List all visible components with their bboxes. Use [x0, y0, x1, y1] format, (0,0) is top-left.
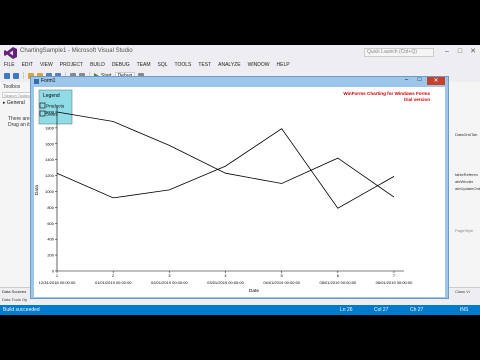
title-bar: ChartingSample1 - Microsoft Visual Studi…	[0, 45, 480, 61]
class-view-tab[interactable]: Class Vi	[455, 289, 470, 294]
form1-window[interactable]: Form1 – □ ✕ WinForms Charting for Window…	[30, 76, 449, 299]
x-tick-label: 1	[56, 273, 59, 278]
x-tick-label: 3	[168, 273, 171, 278]
quick-launch-input[interactable]: Quick Launch (Ctrl+Q)	[364, 48, 434, 57]
chart-area: WinForms Charting for Windows Forms tria…	[34, 87, 445, 297]
status-text: Build succeeded	[3, 307, 40, 313]
menu-window[interactable]: WINDOW	[248, 61, 270, 70]
letterbox-top	[0, 0, 480, 45]
y-tick-label: 600	[47, 221, 54, 226]
status-bar: Build succeeded Ln 26 Col 27 Ch 27 INS	[0, 305, 480, 315]
toolbox-panel: Toolbox Search Toolbox ▸ General There a…	[0, 82, 34, 304]
toolbox-group-general[interactable]: ▸ General	[0, 98, 33, 108]
x-date-label: 03/01/2019 00:00:00	[207, 280, 244, 285]
menu-project[interactable]: PROJECT	[60, 61, 83, 70]
visual-studio-logo-icon	[4, 47, 17, 59]
y-axis-title: Data	[34, 185, 40, 195]
menu-test[interactable]: TEST	[198, 61, 211, 70]
watermark-line-1: WinForms Charting for Windows Forms	[343, 91, 430, 96]
menu-build[interactable]: BUILD	[90, 61, 105, 70]
letterbox-bottom	[0, 315, 480, 360]
right-panel-item[interactable]: tableReferen	[455, 172, 478, 177]
maximize-window-button[interactable]: □	[456, 47, 464, 57]
window-title: ChartingSample1 - Microsoft Visual Studi…	[20, 48, 133, 54]
y-tick-label: 1200	[45, 173, 55, 178]
toolbox-group-label: General	[6, 100, 25, 106]
right-panel-item[interactable]: DataGridTab	[455, 132, 477, 137]
x-axis-title: Date	[249, 288, 259, 294]
data-tools-operations-tab[interactable]: Data Tools Op	[2, 297, 27, 302]
y-tick-label: 400	[47, 237, 54, 242]
x-date-label: 04/01/2019 00:00:00	[263, 280, 300, 285]
status-insert-mode: INS	[460, 307, 469, 313]
y-tick-label: 2000	[45, 110, 55, 115]
watermark-line-2: trial version	[404, 97, 430, 102]
menu-team[interactable]: TEAM	[137, 61, 151, 70]
right-panel-item[interactable]: ateWinder	[455, 179, 473, 184]
x-date-label: 12/31/2018 00:00:00	[39, 280, 76, 285]
toolbox-note-line: Drag an it	[8, 122, 30, 128]
x-tick-label: 7	[393, 273, 396, 278]
y-tick-label: 1000	[45, 189, 55, 194]
close-icon[interactable]: ✕	[427, 77, 445, 85]
toolbox-title: Toolbox	[3, 84, 21, 90]
minimize-icon[interactable]: –	[401, 77, 412, 85]
status-column: Col 27	[374, 307, 389, 313]
menu-help[interactable]: HELP	[277, 61, 290, 70]
window-controls: – □ ✕	[443, 47, 477, 57]
toolbox-empty-note: There are Drag an it	[0, 108, 33, 128]
x-tick-label: 5	[281, 273, 284, 278]
status-line: Ln 26	[340, 307, 353, 313]
menu-edit[interactable]: EDIT	[22, 61, 33, 70]
x-tick-label: 2	[112, 273, 115, 278]
form-icon	[34, 79, 39, 84]
form-title: Form1	[41, 78, 56, 84]
y-tick-label: 1600	[45, 141, 55, 146]
y-tick-label: 800	[47, 205, 54, 210]
visual-studio-window: ChartingSample1 - Microsoft Visual Studi…	[0, 45, 480, 315]
status-char: Ch 27	[410, 307, 424, 313]
toolbar-separator	[23, 72, 24, 79]
menu-analyze[interactable]: ANALYZE	[218, 61, 240, 70]
x-date-label: 05/01/2019 00:00:00	[319, 280, 356, 285]
close-window-button[interactable]: ✕	[469, 47, 477, 57]
x-tick-label: 6	[337, 273, 340, 278]
right-panel-item[interactable]: PageStyle	[455, 228, 473, 233]
data-sources-panel-title[interactable]: Data Sources	[2, 289, 26, 294]
menu-sql[interactable]: SQL	[157, 61, 167, 70]
y-tick-label: 200	[47, 253, 54, 258]
x-date-label: 01/01/2019 00:00:00	[95, 280, 132, 285]
y-tick-label: 1400	[45, 157, 55, 162]
legend-label-products: Products	[46, 104, 65, 109]
right-panel-item[interactable]: ateUpdateOrd	[455, 186, 480, 191]
chart-plot: 0 200 400 600 800 1000 1200 1400 1600 1800 2000 1 12…	[39, 107, 413, 285]
right-panel: DataGridTab tableReferen ateWinder ateUp…	[448, 82, 480, 304]
screen: ChartingSample1 - Microsoft Visual Studi…	[0, 0, 480, 360]
legend-title: Legend	[43, 93, 60, 99]
y-tick-label: 1800	[45, 125, 55, 130]
menu-debug[interactable]: DEBUG	[112, 61, 130, 70]
menu-view[interactable]: VIEW	[40, 61, 53, 70]
x-date-label: 02/01/2019 00:00:00	[151, 280, 188, 285]
series-line-products	[56, 111, 395, 198]
series-line-sales	[56, 128, 395, 209]
y-tick-label: 0	[52, 269, 55, 274]
back-icon[interactable]	[4, 72, 10, 79]
form-title-bar[interactable]: Form1 – □ ✕	[31, 77, 448, 86]
menu-file[interactable]: FILE	[4, 61, 15, 70]
x-date-label: 06/01/2019 00:00:00	[376, 280, 413, 285]
menu-bar: FILE EDIT VIEW PROJECT BUILD DEBUG TEAM …	[0, 61, 480, 70]
maximize-icon[interactable]: □	[414, 77, 425, 85]
forward-icon[interactable]	[13, 72, 19, 79]
minimize-window-button[interactable]: –	[443, 47, 451, 57]
line-chart: WinForms Charting for Windows Forms tria…	[34, 89, 430, 294]
menu-tools[interactable]: TOOLS	[175, 61, 192, 70]
x-tick-label: 4	[224, 273, 227, 278]
